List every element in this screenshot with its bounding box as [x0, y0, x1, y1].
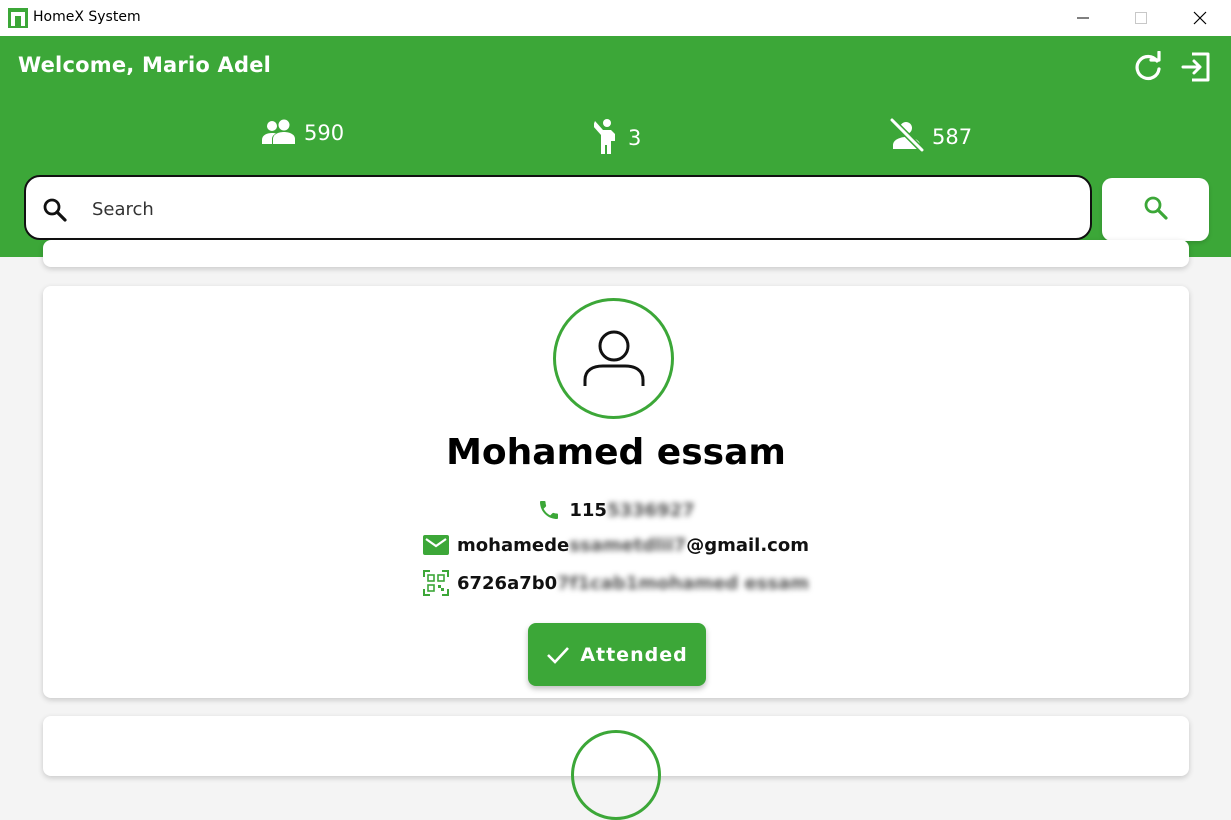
phone-number: 115: [569, 499, 607, 521]
attended-button[interactable]: Attended: [528, 623, 706, 686]
window-titlebar: HomeX System: [0, 0, 1231, 36]
stat-absent-value: 587: [932, 125, 973, 149]
search-icon: [42, 197, 68, 227]
group-icon: [262, 118, 296, 148]
check-icon: [547, 646, 570, 664]
member-card-previous: [43, 240, 1189, 267]
search-input[interactable]: [90, 193, 1074, 225]
member-code: 6726a7b0: [456, 572, 558, 594]
app-header: Welcome, Mario Adel 590 3 587 Search: [0, 36, 1231, 257]
email-row: mohamede ssametdlii7 @gmail.com: [43, 534, 1189, 556]
attended-label: Attended: [580, 643, 688, 666]
phone-row: 115 5336927: [43, 498, 1189, 522]
member-card-next: [43, 716, 1189, 820]
person-off-icon: [889, 117, 925, 156]
search-button[interactable]: [1102, 178, 1209, 241]
homex-app-icon: [8, 8, 28, 28]
stat-total-members: 590: [262, 118, 344, 148]
stat-attended-value: 3: [628, 126, 642, 150]
phone-icon: [537, 498, 561, 522]
email-icon: [423, 534, 450, 556]
email-address-redacted: ssametdlii7: [569, 534, 687, 556]
person-raised-hand-icon: [593, 118, 620, 158]
stat-attended: 3: [593, 118, 642, 158]
code-row: 6726a7b0 7f1cab1mohamed essam: [43, 570, 1189, 596]
refresh-icon[interactable]: [1132, 50, 1164, 83]
email-address: mohamede: [457, 534, 570, 556]
avatar: [553, 298, 674, 419]
person-icon: [583, 330, 644, 386]
member-name: Mohamed essam: [446, 432, 786, 473]
qr-code-icon: [422, 570, 449, 596]
stat-absent: 587: [889, 117, 973, 156]
close-button[interactable]: [1177, 0, 1223, 36]
search-icon: [1143, 195, 1169, 224]
member-code-redacted: 7f1cab1mohamed essam: [557, 572, 810, 594]
logout-icon[interactable]: [1180, 51, 1212, 83]
window-title: HomeX System: [33, 9, 141, 25]
email-domain: @gmail.com: [686, 534, 809, 556]
minimize-button[interactable]: [1060, 0, 1106, 36]
search-field-container: [24, 175, 1092, 240]
maximize-button[interactable]: [1118, 0, 1164, 36]
avatar: [571, 730, 661, 820]
member-card: Mohamed essam 115 5336927 mohamede ssame…: [43, 286, 1189, 698]
welcome-message: Welcome, Mario Adel: [18, 53, 272, 77]
stat-total-value: 590: [304, 121, 345, 145]
phone-number-redacted: 5336927: [606, 499, 695, 521]
